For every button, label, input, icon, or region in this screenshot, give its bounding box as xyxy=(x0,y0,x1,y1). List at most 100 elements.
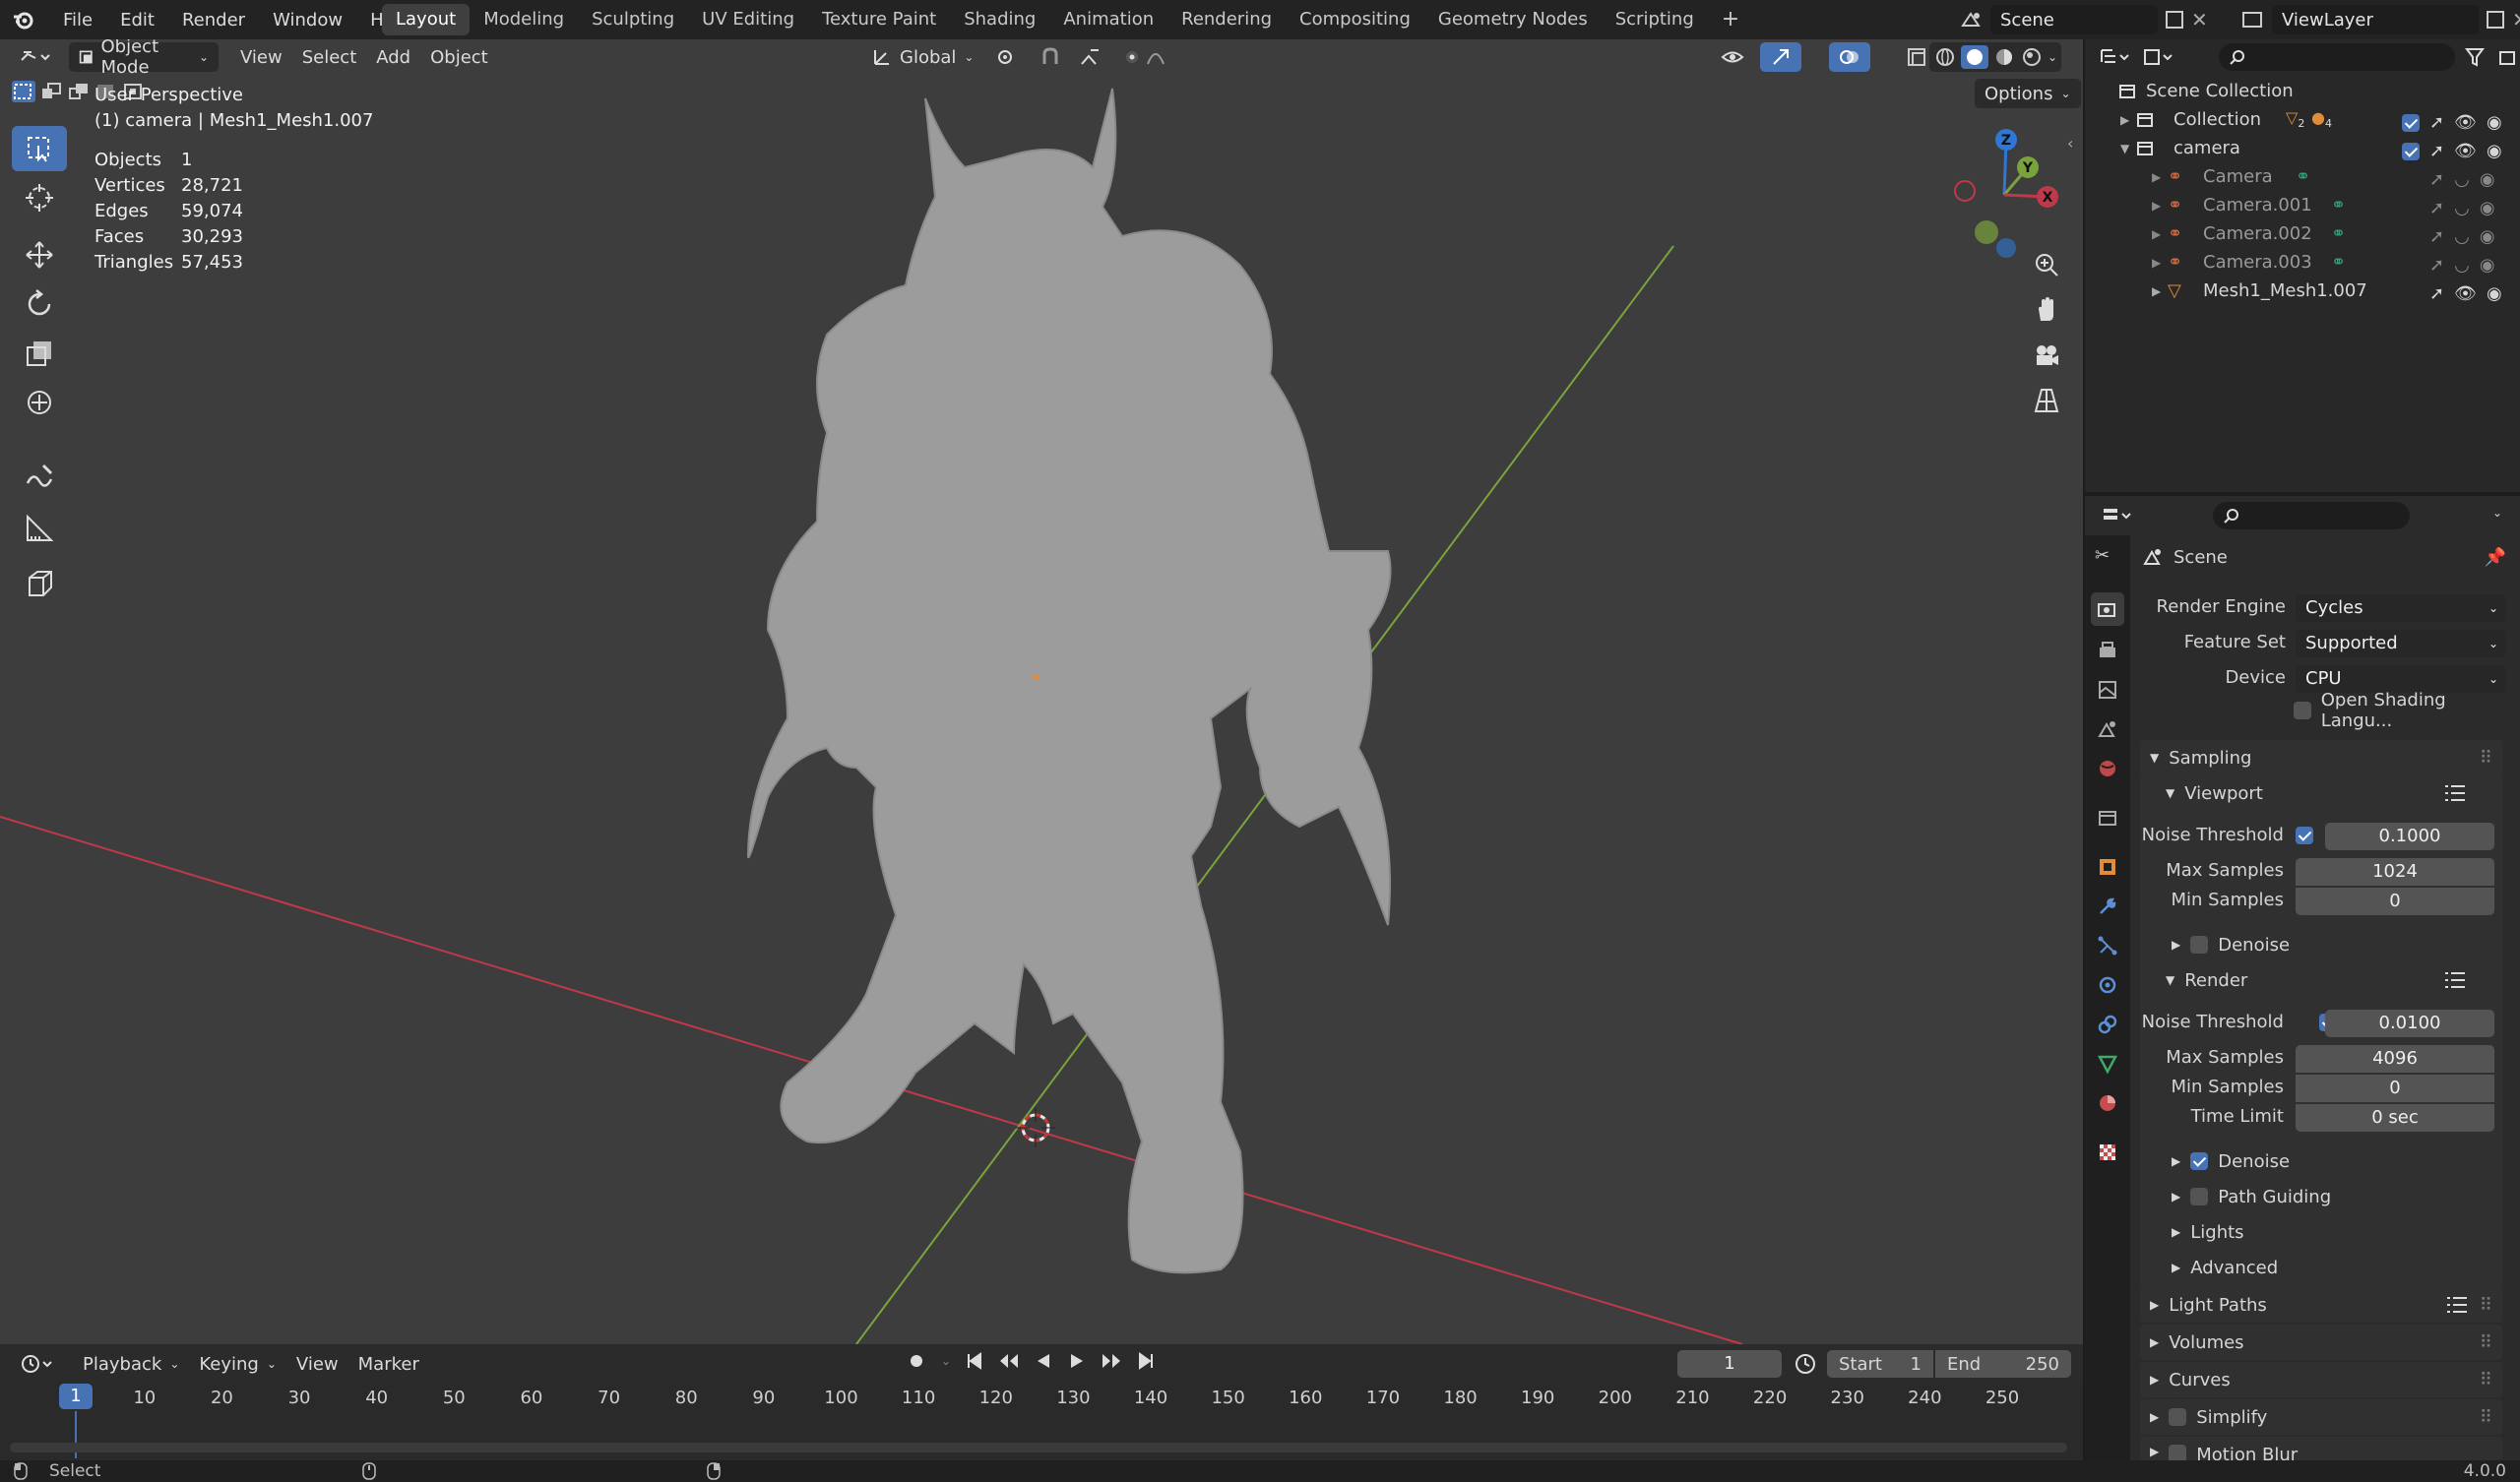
r-denoise-subpanel[interactable]: ▶ Denoise xyxy=(2172,1147,2290,1175)
r-time-limit-field[interactable]: 0 sec xyxy=(2296,1104,2494,1132)
expand-icon[interactable]: ▶ xyxy=(2152,170,2161,184)
scene-selector[interactable]: Scene xyxy=(1990,5,2158,34)
path-guiding-checkbox[interactable] xyxy=(2190,1188,2209,1205)
sidebar-toggle-icon[interactable]: ‹ xyxy=(2067,134,2073,153)
jump-start-icon[interactable] xyxy=(965,1351,984,1371)
light-paths-panel[interactable]: ▶ Light Paths ⠿ xyxy=(2140,1287,2502,1323)
tool-annotate[interactable] xyxy=(12,455,67,500)
tool-rotate[interactable] xyxy=(12,281,67,327)
mode-selector[interactable]: Object Mode ⌄ xyxy=(69,39,219,78)
r-max-samples-field[interactable]: 4096 xyxy=(2296,1045,2494,1073)
device-dropdown[interactable]: CPU ⌄ xyxy=(2296,665,2506,693)
editor-type-icon[interactable] xyxy=(8,42,63,72)
tab-animation[interactable]: Animation xyxy=(1049,4,1167,35)
tab-compositing[interactable]: Compositing xyxy=(1286,4,1424,35)
selectable-icon[interactable]: ➚ xyxy=(2429,226,2444,247)
view-layer-selector[interactable]: ViewLayer xyxy=(2272,5,2479,34)
tool-transform[interactable] xyxy=(12,380,67,425)
render-presets-list-icon[interactable] xyxy=(2443,970,2467,990)
vp-noise-threshold-field[interactable]: 0.1000 xyxy=(2325,823,2494,850)
simplify-checkbox[interactable] xyxy=(2169,1408,2187,1426)
tab-layout[interactable]: Layout xyxy=(382,4,471,35)
tab-scripting[interactable]: Scripting xyxy=(1602,4,1708,35)
menu-render[interactable]: Render xyxy=(168,10,259,31)
output-tab-icon[interactable] xyxy=(2097,640,2118,661)
jump-keyframe-back-icon[interactable] xyxy=(998,1351,1020,1371)
navigation-gizmo[interactable]: Z Y X xyxy=(1945,126,2063,264)
timeline-menu-marker[interactable]: Marker xyxy=(348,1349,429,1379)
perspective-toggle-icon[interactable] xyxy=(2032,386,2061,415)
expand-icon[interactable]: ▶ xyxy=(2152,284,2161,298)
view-layer-tab-icon[interactable] xyxy=(2097,679,2118,701)
end-frame-field[interactable]: End 250 xyxy=(1935,1350,2071,1378)
wireframe-shading-icon[interactable] xyxy=(1933,45,1957,69)
proportional-editing-icon[interactable] xyxy=(1112,42,1191,72)
properties-editor-icon[interactable] xyxy=(2101,505,2136,526)
render-tab-icon[interactable] xyxy=(2091,592,2124,626)
render-camera-icon[interactable]: ◉ xyxy=(2480,255,2495,276)
data-tab-icon[interactable] xyxy=(2097,1053,2118,1075)
selectable-icon[interactable]: ➚ xyxy=(2429,169,2444,190)
tool-move[interactable] xyxy=(12,232,67,278)
motion-blur-checkbox[interactable] xyxy=(2169,1445,2187,1460)
new-collection-icon[interactable] xyxy=(2498,46,2518,68)
tool-cursor[interactable] xyxy=(12,175,67,220)
scene-icon[interactable] xyxy=(1959,8,1984,31)
play-reverse-icon[interactable] xyxy=(1034,1351,1053,1371)
expand-icon[interactable]: ▶ xyxy=(2152,227,2161,241)
timeline-scrollbar[interactable] xyxy=(10,1443,2067,1452)
texture-tab-icon[interactable] xyxy=(2097,1142,2118,1163)
visibility-eye-icon[interactable]: 👁 xyxy=(2454,112,2477,133)
snap-target-icon[interactable] xyxy=(1069,42,1118,72)
menu-file[interactable]: File xyxy=(49,10,106,31)
vp-denoise-checkbox[interactable] xyxy=(2190,936,2209,954)
select-subtract-icon[interactable] xyxy=(67,81,91,102)
current-frame-field[interactable]: 1 xyxy=(1677,1350,1782,1378)
osl-checkbox[interactable]: Open Shading Langu... xyxy=(2294,690,2520,731)
viewport-menu-object[interactable]: Object xyxy=(420,42,498,72)
playhead-frame[interactable]: 1 xyxy=(59,1384,93,1409)
light-paths-presets-icon[interactable] xyxy=(2445,1295,2469,1315)
tab-modeling[interactable]: Modeling xyxy=(470,4,578,35)
sampling-panel-header[interactable]: ▼ Sampling ⠿ xyxy=(2140,740,2502,775)
display-mode-icon[interactable] xyxy=(2142,46,2177,68)
material-tab-icon[interactable] xyxy=(2097,1092,2118,1114)
path-guiding-subpanel[interactable]: ▶ Path Guiding xyxy=(2172,1183,2331,1210)
pan-hand-icon[interactable] xyxy=(2032,295,2061,325)
presets-list-icon[interactable] xyxy=(2443,783,2467,803)
transform-orientation[interactable]: Global ⌄ xyxy=(862,42,983,72)
physics-tab-icon[interactable] xyxy=(2097,974,2118,996)
options-dropdown[interactable]: Options ⌄ xyxy=(1975,79,2081,108)
menu-window[interactable]: Window xyxy=(259,10,356,31)
visibility-eye-icon[interactable]: 👁 xyxy=(2454,283,2477,304)
advanced-subpanel[interactable]: ▶ Advanced xyxy=(2172,1254,2278,1281)
hidden-icon[interactable]: ◡ xyxy=(2454,169,2470,190)
rendered-shading-icon[interactable] xyxy=(2020,45,2044,69)
properties-search-input[interactable] xyxy=(2213,502,2410,529)
particles-tab-icon[interactable] xyxy=(2097,935,2118,957)
expand-icon[interactable]: ▶ xyxy=(2152,256,2161,270)
r-denoise-checkbox[interactable] xyxy=(2190,1152,2209,1170)
hidden-icon[interactable]: ◡ xyxy=(2454,255,2470,276)
outliner-scene-collection[interactable]: Scene Collection xyxy=(2085,77,2520,105)
timeline-editor-icon[interactable] xyxy=(10,1349,65,1379)
render-engine-dropdown[interactable]: Cycles ⌄ xyxy=(2296,594,2506,622)
motion-blur-panel[interactable]: ▶ Motion Blur xyxy=(2140,1437,2502,1460)
exclude-checkbox[interactable] xyxy=(2402,113,2420,132)
viewport-menu-add[interactable]: Add xyxy=(366,42,420,72)
timeline-menu-playback[interactable]: Playback ⌄ xyxy=(73,1349,189,1379)
render-camera-icon[interactable]: ◉ xyxy=(2487,141,2502,161)
vp-noise-threshold-checkbox[interactable] xyxy=(2296,827,2313,844)
curves-panel[interactable]: ▶ Curves ⠿ xyxy=(2140,1362,2502,1397)
material-preview-icon[interactable] xyxy=(1992,45,2016,69)
properties-options-icon[interactable]: ⌄ xyxy=(2492,506,2502,520)
selectable-icon[interactable]: ➚ xyxy=(2429,198,2444,218)
select-new-icon[interactable] xyxy=(12,81,35,102)
add-workspace-icon[interactable]: + xyxy=(1708,4,1753,35)
drag-handle-icon[interactable]: ⠿ xyxy=(2480,1295,2492,1316)
object-tab-icon[interactable] xyxy=(2097,856,2118,878)
overlays-toggle-icon[interactable] xyxy=(1829,42,1870,72)
hidden-icon[interactable]: ◡ xyxy=(2454,198,2470,218)
expand-collection-icon[interactable]: ▶ xyxy=(2120,113,2129,127)
tool-select-box[interactable] xyxy=(12,126,67,171)
